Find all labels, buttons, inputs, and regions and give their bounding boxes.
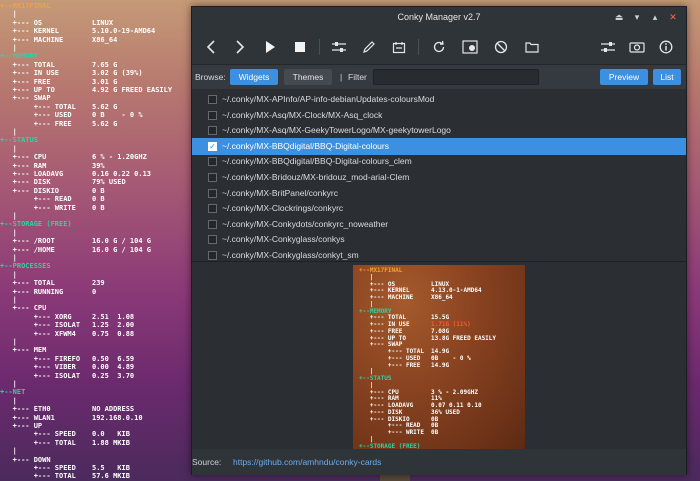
widget-checkbox[interactable]: ✓ — [208, 141, 217, 151]
widget-path: ~/.conky/MX-Conkyglass/conkys — [222, 234, 345, 245]
widget-checkbox[interactable] — [208, 251, 217, 260]
widget-checkbox[interactable] — [208, 173, 217, 182]
widget-path: ~/.conky/MX-Conkydots/conkyrc_noweather — [222, 218, 389, 229]
folder-icon[interactable] — [521, 36, 543, 58]
widget-path: ~/.conky/MX-Asq/MX-Clock/MX-Asq_clock — [222, 109, 383, 120]
widget-path: ~/.conky/MX-APInfo/AP-info-debianUpdates… — [222, 94, 435, 104]
widget-path: ~/.conky/MX-BritPanel/conkyrc — [222, 187, 338, 198]
stop-icon[interactable] — [289, 36, 311, 58]
widget-path: ~/.conky/MX-Clockrings/conkyrc — [222, 203, 344, 214]
preview-button[interactable]: Preview — [600, 69, 648, 85]
widget-path: ~/.conky/MX-BBQdigital/BBQ-Digital-colou… — [222, 140, 389, 151]
widget-list-row[interactable]: ~/.conky/MX-Conkydots/conkyrc_noweather — [192, 216, 686, 233]
conky-line-value: 0 B — [92, 203, 105, 212]
titlebar[interactable]: Conky Manager v2.7 ⏏ ▾ ▴ ✕ — [192, 7, 686, 29]
widget-list-row[interactable]: ~/.conky/MX-Clockrings/conkyrc — [192, 200, 686, 217]
conky-line-value: 192.168.0.10 — [92, 413, 143, 422]
minimize-icon[interactable]: ▾ — [630, 11, 644, 25]
edit-pencil-icon[interactable] — [358, 36, 380, 58]
conky-line-value: 16.0 G / 104 G — [92, 245, 152, 254]
widget-list-row[interactable]: ✓ ~/.conky/MX-BBQdigital/BBQ-Digital-colo… — [192, 137, 686, 155]
keep-above-icon[interactable]: ⏏ — [612, 11, 626, 25]
conky-line-value: 5.62 G — [92, 119, 118, 128]
options-icon[interactable] — [597, 36, 619, 58]
filter-input[interactable] — [373, 69, 539, 85]
conky-line-value: 0 — [92, 287, 97, 296]
widget-list-row[interactable]: ~/.conky/MX-Conkyglass/conkys — [192, 231, 686, 248]
conky-line-value: X86_64 — [92, 35, 118, 44]
preview-line-value: 14.9G — [431, 361, 450, 369]
browse-label: Browse: — [195, 72, 226, 82]
info-icon[interactable] — [655, 36, 677, 58]
source-link[interactable]: https://github.com/amhndu/conky-cards — [233, 457, 381, 467]
play-icon[interactable] — [259, 36, 281, 58]
conky-manager-window: Conky Manager v2.7 ⏏ ▾ ▴ ✕ Browse: Widge… — [191, 6, 687, 475]
refresh-icon[interactable] — [428, 36, 450, 58]
preview-pane: +--MX17FINAL | +--- OS LINUX +--- KERNEL 4… — [192, 261, 686, 450]
widget-checkbox[interactable] — [208, 219, 217, 229]
widget-checkbox[interactable] — [208, 126, 217, 136]
widget-list-row[interactable]: ~/.conky/MX-BritPanel/conkyrc — [192, 185, 686, 202]
close-icon[interactable]: ✕ — [666, 11, 680, 25]
widget-checkbox[interactable] — [208, 95, 217, 104]
preview-line-value: X86_64 — [431, 294, 453, 301]
browse-separator: | — [340, 72, 343, 82]
widget-list-row[interactable]: ~/.conky/MX-Bridouz/MX-bridouz_mod-arial… — [192, 169, 686, 186]
back-icon[interactable] — [200, 36, 222, 58]
widget-list-row[interactable]: ~/.conky/MX-BBQdigital/BBQ-Digital-colou… — [192, 153, 686, 170]
widgets-tab-button[interactable]: Widgets — [230, 69, 278, 85]
widget-checkbox[interactable] — [208, 188, 217, 198]
toolbar — [192, 29, 686, 65]
widget-list-row[interactable]: ~/.conky/MX-Asq/MX-Clock/MX-Asq_clock — [192, 107, 686, 124]
widget-list: ~/.conky/MX-APInfo/AP-info-debianUpdates… — [192, 89, 686, 261]
source-bar: Source: https://github.com/amhndu/conky-… — [192, 449, 686, 475]
desktop-conky-widget: +--MX17FINAL | +--- OS LINUX +--- KERNEL 5… — [0, 0, 195, 481]
kill-icon[interactable] — [490, 36, 512, 58]
widget-icon[interactable] — [388, 36, 410, 58]
conky-line-value: 1.88 MKIB — [92, 438, 130, 447]
conky-line-value: 4.92 G FREED EASILY — [92, 86, 173, 94]
list-button[interactable]: List — [653, 69, 681, 85]
conky-line-value: 57.6 MKIB — [92, 472, 130, 481]
widget-path: ~/.conky/MX-Bridouz/MX-bridouz_mod-arial… — [222, 172, 410, 182]
themes-tab-button[interactable]: Themes — [284, 69, 332, 85]
conky-line-label: +--- TOTAL — [0, 472, 76, 481]
maximize-icon[interactable]: ▴ — [648, 11, 662, 25]
widget-checkbox[interactable] — [208, 204, 217, 214]
browse-bar: Browse: Widgets Themes | Filter Preview … — [192, 65, 686, 89]
widget-path: ~/.conky/MX-BBQdigital/BBQ-Digital-colou… — [222, 156, 412, 167]
widget-checkbox[interactable] — [208, 110, 217, 120]
forward-icon[interactable] — [229, 36, 251, 58]
widget-path: ~/.conky/MX-Asq/MX-GeekyTowerLogo/MX-gee… — [222, 125, 451, 136]
preview-generate-icon[interactable] — [459, 36, 481, 58]
conky-line-value: 0.25 3.70 — [92, 371, 135, 380]
preview-line-value: 13.8G FREED EASILY — [431, 334, 497, 342]
widget-list-row[interactable]: ~/.conky/MX-Asq/MX-GeekyTowerLogo/MX-gee… — [192, 122, 686, 139]
preview-line-value: 0B — [431, 429, 439, 436]
widget-preview-image: +--MX17FINAL | +--- OS LINUX +--- KERNEL 4… — [353, 265, 525, 450]
conky-line-value: 0.75 0.88 — [92, 329, 135, 338]
source-label: Source: — [192, 457, 222, 467]
screenshot-icon[interactable] — [626, 36, 648, 58]
widget-checkbox[interactable] — [208, 157, 217, 167]
widget-list-row[interactable]: ~/.conky/MX-APInfo/AP-info-debianUpdates… — [192, 91, 686, 108]
widget-checkbox[interactable] — [208, 235, 217, 245]
filter-label: Filter — [348, 72, 367, 82]
settings-sliders-icon[interactable] — [328, 36, 350, 58]
